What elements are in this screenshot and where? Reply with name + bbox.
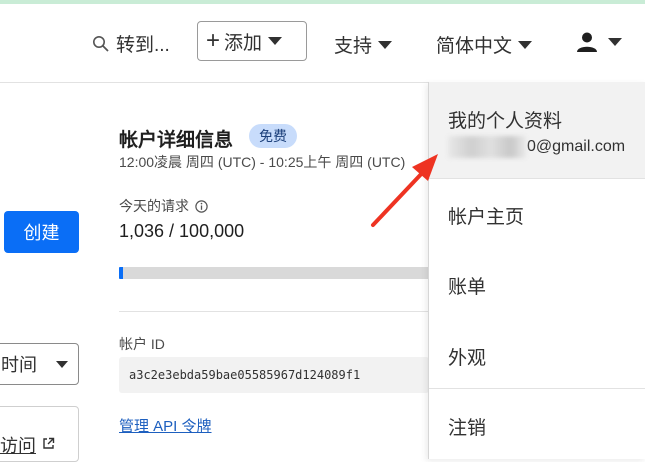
user-icon xyxy=(577,32,597,52)
search-button[interactable]: 转到... xyxy=(92,30,170,57)
user-menu-button[interactable] xyxy=(576,31,622,53)
chevron-down-icon xyxy=(56,360,68,368)
manage-api-tokens-link[interactable]: 管理 API 令牌 xyxy=(119,415,212,436)
chevron-down-icon xyxy=(518,40,533,49)
menu-item-appearance[interactable]: 外观 xyxy=(448,343,486,370)
access-link[interactable]: 访问 xyxy=(0,432,36,458)
email-suffix: 0@gmail.com xyxy=(527,138,626,155)
profile-menu-item[interactable]: 我的个人资料 0@gmail.com xyxy=(429,82,645,179)
create-label: 创建 xyxy=(23,223,60,243)
plan-badge: 免费 xyxy=(249,124,297,148)
card-divider xyxy=(119,311,429,312)
add-button[interactable]: + 添加 xyxy=(197,21,307,61)
account-id-label: 帐户 ID xyxy=(119,336,165,352)
chevron-down-icon xyxy=(378,40,393,49)
language-menu[interactable]: 简体中文 xyxy=(436,31,533,58)
external-link-icon xyxy=(43,437,55,449)
chevron-down-icon xyxy=(608,38,622,46)
chevron-down-icon xyxy=(268,37,283,45)
annotation-arrow-shaft xyxy=(371,168,427,227)
plus-icon: + xyxy=(206,27,221,54)
add-label: 添加 xyxy=(224,32,263,54)
account-details-title: 帐户详细信息 xyxy=(119,130,234,151)
menu-divider xyxy=(429,388,645,389)
user-dropdown-menu: 我的个人资料 0@gmail.com 帐户主页 账单 外观 注销 xyxy=(428,82,645,459)
account-id-field[interactable]: a3c2e3ebda59bae05585967d124089f1 xyxy=(119,357,429,393)
menu-item-logout[interactable]: 注销 xyxy=(448,413,486,440)
menu-item-account-home[interactable]: 帐户主页 xyxy=(448,202,524,229)
time-select[interactable]: 时间 xyxy=(0,343,79,385)
support-label: 支持 xyxy=(334,36,373,57)
profile-title: 我的个人资料 xyxy=(448,111,563,132)
account-id-value: a3c2e3ebda59bae05585967d124089f1 xyxy=(129,368,361,382)
requests-label: 今天的请求 xyxy=(119,198,189,214)
language-label: 简体中文 xyxy=(436,36,513,57)
requests-value: 1,036 / 100,000 xyxy=(119,221,245,241)
search-icon xyxy=(93,35,109,52)
create-button[interactable]: 创建 xyxy=(4,211,79,253)
support-menu[interactable]: 支持 xyxy=(334,31,393,58)
time-select-value: 时间 xyxy=(1,355,37,375)
profile-email: 0@gmail.com xyxy=(448,136,625,158)
menu-item-billing[interactable]: 账单 xyxy=(448,272,486,299)
search-label: 转到... xyxy=(116,35,170,56)
top-header: 转到... + 添加 支持 简体中文 xyxy=(0,4,645,83)
info-icon[interactable] xyxy=(195,199,208,213)
requests-progress-bar xyxy=(119,267,429,279)
requests-progress-fill xyxy=(119,267,124,279)
redacted-email-prefix xyxy=(448,136,526,158)
requests-label-row: 今天的请求 xyxy=(119,196,208,216)
time-range: 12:00凌晨 周四 (UTC) - 10:25上午 周四 (UTC) xyxy=(119,154,406,170)
